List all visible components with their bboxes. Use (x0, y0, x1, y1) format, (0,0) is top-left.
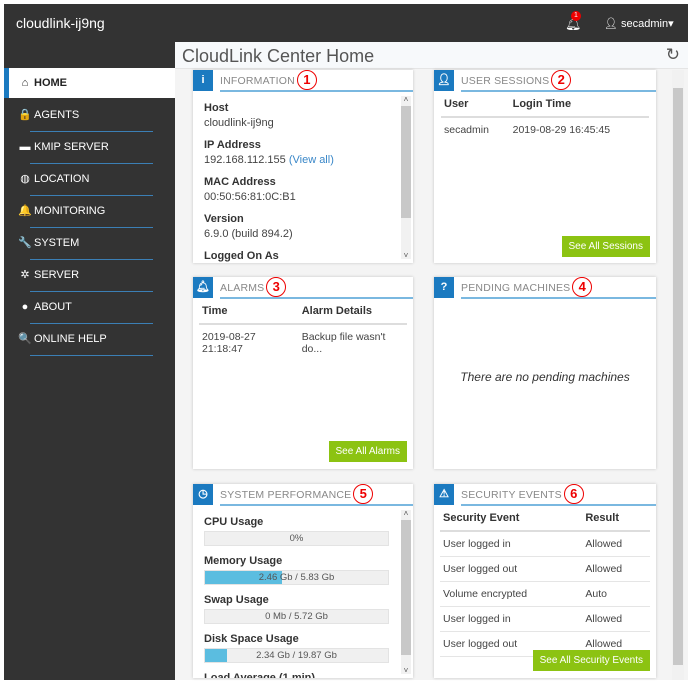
table-row[interactable]: User logged in Allowed (440, 531, 650, 557)
panel-title: SYSTEM PERFORMANCE 5 (220, 484, 413, 506)
metric-bar: 0 Mb / 5.72 Gb (204, 609, 389, 624)
see-all-security-events-button[interactable]: See All Security Events (532, 650, 650, 671)
marker: 5 (353, 484, 374, 505)
caret-down-icon: ▾ (668, 18, 674, 30)
nav-icon: ● (21, 301, 29, 313)
metric-label: Disk Space Usage (204, 633, 299, 645)
info-label: IP Address (204, 139, 261, 151)
nav-icon: 🔧 (18, 237, 32, 249)
metric-label: Load Average (1 min) (204, 672, 316, 678)
metric-label: Swap Usage (204, 594, 269, 606)
notification-badge: 1 (571, 11, 581, 21)
user-icon: 👤︎ (604, 18, 618, 30)
sidebar-item-label: HOME (34, 77, 67, 89)
see-all-sessions-button[interactable]: See All Sessions (561, 236, 650, 257)
nav-icon: 🔍 (18, 333, 32, 345)
top-bar: cloudlink-ij9ng 🔔︎ 1 👤︎ secadmin▾ (4, 4, 688, 42)
sidebar-item-label: SERVER (34, 269, 80, 281)
refresh-icon[interactable]: ↻ (666, 45, 680, 65)
metric-bar: 0% (204, 531, 389, 546)
see-all-alarms-button[interactable]: See All Alarms (328, 441, 407, 462)
sidebar-item-server[interactable]: ✲ SERVER (4, 260, 175, 292)
info-value: cloudlink-ij9ng (204, 117, 274, 129)
information-panel: i INFORMATION 1 Host cloudlink-ij9ng IP Add… (193, 70, 413, 263)
pending-machines-panel: ? PENDING MACHINES 4 There are no pending… (434, 277, 656, 469)
marker: 1 (296, 70, 317, 91)
panel-title: USER SESSIONS 2 (461, 70, 656, 92)
sessions-table: User Login Time secadmin 2019-08-29 16:45:… (441, 92, 649, 142)
info-label: Logged On As (204, 250, 279, 262)
panel-title: ALARMS 3 (220, 277, 413, 299)
sidebar-item-about[interactable]: ● ABOUT (4, 292, 175, 324)
nav-icon: ✲ (20, 269, 30, 281)
user-menu[interactable]: 👤︎ secadmin▾ (604, 17, 674, 30)
marker: 4 (572, 277, 593, 298)
user-sessions-panel: 👤︎ USER SESSIONS 2 User Login Time secadmi… (434, 70, 656, 263)
marker: 2 (551, 70, 572, 91)
nav-icon: 🔒 (18, 109, 32, 121)
main-scrollbar[interactable] (672, 70, 684, 680)
warning-icon: ⚠ (434, 484, 454, 505)
panel-title: PENDING MACHINES 4 (461, 277, 656, 299)
sidebar-item-label: MONITORING (34, 205, 106, 217)
system-performance-panel: ◷ SYSTEM PERFORMANCE 5 CPU Usage 0% Memory … (193, 484, 413, 678)
question-icon: ? (434, 277, 454, 298)
marker: 6 (563, 484, 584, 505)
sidebar-item-system[interactable]: 🔧 SYSTEM (4, 228, 175, 260)
table-row[interactable]: User logged in Allowed (440, 606, 650, 632)
panel-title: SECURITY EVENTS 6 (461, 484, 656, 506)
info-icon: i (193, 70, 213, 91)
metric-bar: 2.46 Gb / 5.83 Gb (204, 570, 389, 585)
scrollbar[interactable]: ˄ ˅ (401, 509, 411, 675)
metric-bar: 2.34 Gb / 19.87 Gb (204, 648, 389, 663)
user-icon: 👤︎ (434, 70, 454, 91)
nav-icon: ▬ (19, 141, 31, 153)
nav-icon: 🔔 (18, 205, 32, 217)
sidebar-item-home[interactable]: ⌂ HOME (4, 68, 175, 98)
brand[interactable]: cloudlink-ij9ng (16, 15, 105, 31)
sidebar-item-label: LOCATION (34, 173, 90, 185)
sidebar-item-kmip-server[interactable]: ▬ KMIP SERVER (4, 132, 175, 164)
info-label: Host (204, 102, 229, 114)
bell-icon: 🔔︎ (193, 277, 213, 298)
info-value: 192.168.112.155 (View all) (204, 154, 334, 166)
info-label: MAC Address (204, 176, 276, 188)
metric-label: Memory Usage (204, 555, 283, 567)
sidebar-item-agents[interactable]: 🔒 AGENTS (4, 100, 175, 132)
empty-message: There are no pending machines (460, 370, 630, 384)
sidebar-item-monitoring[interactable]: 🔔 MONITORING (4, 196, 175, 228)
info-label: Version (204, 213, 244, 225)
page-title: CloudLink Center Home (182, 46, 375, 66)
metric-label: CPU Usage (204, 516, 264, 528)
scrollbar[interactable]: ˄ ˅ (401, 95, 411, 260)
alarms-table: Time Alarm Details 2019-08-27 21:18:47 Bac… (199, 299, 407, 361)
marker: 3 (266, 277, 287, 298)
sidebar-item-label: ABOUT (34, 301, 72, 313)
sidebar-item-label: SYSTEM (34, 237, 80, 249)
info-value: 00:50:56:81:0C:B1 (204, 191, 296, 203)
gauge-icon: ◷ (193, 484, 213, 505)
sidebar-item-label: AGENTS (34, 109, 80, 121)
table-row[interactable]: User logged out Allowed (440, 556, 650, 582)
user-name: secadmin (621, 18, 669, 30)
security-table: Security Event Result User logged in Allowe… (440, 506, 650, 657)
sidebar-item-online-help[interactable]: 🔍 ONLINE HELP (4, 324, 175, 356)
nav-icon: ⌂ (21, 77, 29, 89)
security-events-panel: ⚠ SECURITY EVENTS 6 Security Event Result U… (434, 484, 656, 678)
title-bar: CloudLink Center Home ↻ (175, 42, 688, 69)
sidebar: ⌂ HOME 🔒 AGENTS ▬ KMIP SERVER ◍ LOCATION 🔔 MONITO… (4, 42, 175, 680)
table-row[interactable]: Volume encrypted Auto (440, 581, 650, 607)
sidebar-item-location[interactable]: ◍ LOCATION (4, 164, 175, 196)
info-value: 6.9.0 (build 894.2) (204, 228, 293, 240)
nav-icon: ◍ (20, 173, 30, 185)
view-all-link[interactable]: (View all) (289, 154, 334, 166)
panel-title: INFORMATION 1 (220, 70, 413, 92)
table-row: secadmin 2019-08-29 16:45:45 (444, 124, 611, 136)
sidebar-item-label: KMIP SERVER (34, 141, 109, 153)
alarms-panel: 🔔︎ ALARMS 3 Time Alarm Details 2019-08-27 … (193, 277, 413, 469)
table-row[interactable]: 2019-08-27 21:18:47 Backup file wasn't do… (199, 324, 407, 361)
sidebar-item-label: ONLINE HELP (34, 333, 107, 345)
